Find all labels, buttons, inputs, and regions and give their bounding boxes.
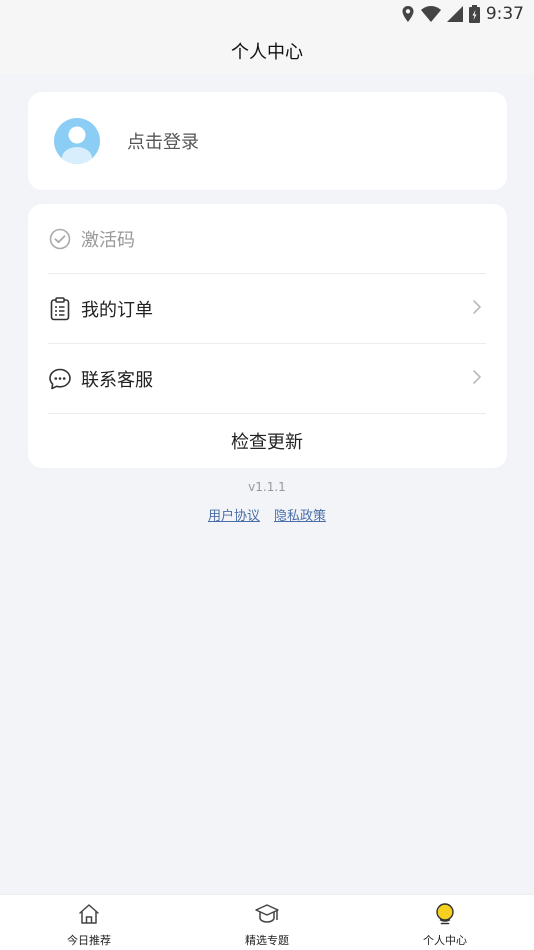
app-version: v1.1.1	[248, 480, 286, 494]
privacy-policy-link[interactable]: 隐私政策	[274, 505, 326, 524]
menu-item-contact-support[interactable]: 联系客服	[48, 344, 486, 414]
login-label: 点击登录	[127, 132, 199, 153]
home-icon	[77, 902, 101, 930]
tab-label: 今日推荐	[67, 933, 111, 947]
tab-label: 精选专题	[245, 933, 289, 947]
menu-card: 激活码 我的订单 联系客服 检查更新	[28, 204, 507, 468]
check-update-button[interactable]: 检查更新	[48, 414, 486, 468]
bottom-tab-bar: 今日推荐 精选专题 个人中心	[0, 894, 534, 950]
status-time: 9:37	[485, 4, 524, 24]
tab-personal-center[interactable]: 个人中心	[356, 895, 534, 950]
graduation-cap-icon	[254, 902, 280, 930]
login-card[interactable]: 点击登录	[28, 92, 507, 190]
chevron-right-icon	[472, 369, 482, 389]
battery-icon	[468, 5, 480, 23]
check-circle-icon	[48, 227, 72, 251]
chevron-right-icon	[472, 299, 482, 319]
signal-icon	[446, 6, 463, 22]
wifi-icon	[420, 6, 441, 22]
tab-featured-topics[interactable]: 精选专题	[178, 895, 356, 950]
status-bar: 9:37	[0, 0, 534, 28]
menu-item-my-orders[interactable]: 我的订单	[48, 274, 486, 344]
menu-item-label: 联系客服	[81, 369, 153, 391]
clipboard-icon	[48, 296, 72, 321]
user-agreement-link[interactable]: 用户协议	[208, 505, 260, 524]
page-title: 个人中心	[231, 42, 303, 63]
tab-label: 个人中心	[423, 933, 467, 947]
user-avatar-icon	[62, 126, 92, 164]
legal-links: 用户协议 隐私政策	[0, 505, 534, 524]
location-icon	[401, 6, 415, 22]
menu-item-activation-code[interactable]: 激活码	[48, 204, 486, 274]
tab-today-recommend[interactable]: 今日推荐	[0, 895, 178, 950]
menu-item-label: 我的订单	[81, 299, 153, 321]
menu-item-label: 激活码	[81, 229, 135, 251]
avatar	[54, 118, 100, 164]
bulb-icon	[433, 902, 457, 930]
chat-bubble-icon	[48, 367, 72, 391]
page-title-bar: 个人中心	[0, 28, 534, 74]
